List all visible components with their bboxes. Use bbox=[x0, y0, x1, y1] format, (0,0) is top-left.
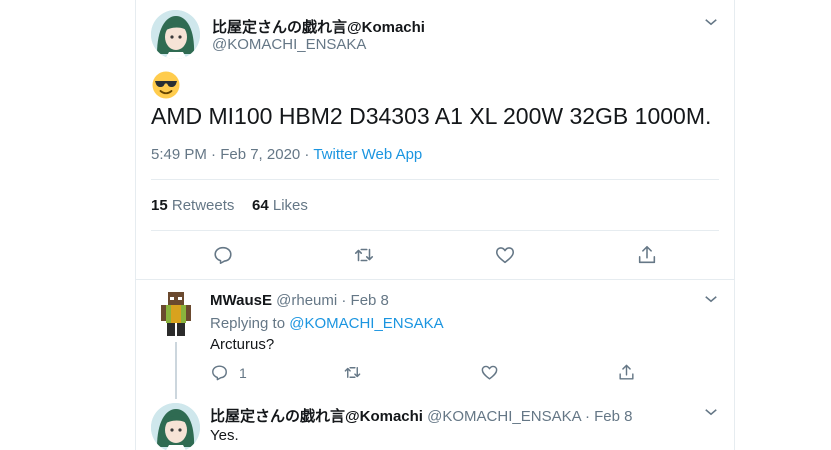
reply-date[interactable]: · Feb 8 bbox=[585, 408, 633, 425]
source-link[interactable]: Twitter Web App bbox=[313, 146, 422, 163]
avatar[interactable] bbox=[151, 403, 200, 450]
share-icon[interactable] bbox=[636, 244, 658, 266]
likes-label: Likes bbox=[272, 197, 308, 214]
likes-stat[interactable]: 64 Likes bbox=[252, 197, 308, 214]
thread-connector-line bbox=[175, 342, 177, 399]
chevron-down-icon[interactable] bbox=[702, 290, 720, 308]
chevron-down-icon[interactable] bbox=[702, 403, 720, 421]
like-heart-icon[interactable] bbox=[480, 363, 499, 382]
share-icon[interactable] bbox=[617, 363, 636, 382]
divider bbox=[136, 279, 734, 280]
tweet-text: AMD MI100 HBM2 D34303 A1 XL 200W 32GB 10… bbox=[151, 103, 712, 129]
tweet-thread: 比屋定さんの戯れ言@Komachi @KOMACHI_ENSAKA AMD MI… bbox=[135, 0, 735, 450]
reply-author-name[interactable]: 比屋定さんの戯れ言@Komachi bbox=[210, 408, 423, 425]
reply-count: 1 bbox=[239, 365, 247, 381]
retweets-stat[interactable]: 15 Retweets bbox=[151, 197, 234, 214]
reply-date[interactable]: · Feb 8 bbox=[341, 292, 389, 309]
author-handle[interactable]: @KOMACHI_ENSAKA bbox=[212, 36, 366, 53]
reply-header: 比屋定さんの戯れ言@Komachi @KOMACHI_ENSAKA · Feb … bbox=[210, 405, 632, 426]
replying-to: Replying to @KOMACHI_ENSAKA bbox=[210, 315, 444, 332]
replying-to-link[interactable]: @KOMACHI_ENSAKA bbox=[289, 315, 443, 332]
sunglasses-emoji bbox=[151, 70, 181, 100]
reply-author-name[interactable]: MWausE bbox=[210, 292, 272, 309]
divider bbox=[151, 230, 719, 231]
avatar[interactable] bbox=[151, 289, 200, 338]
reply-author-handle[interactable]: @rheumi bbox=[276, 292, 337, 309]
author-display-name[interactable]: 比屋定さんの戯れ言@Komachi bbox=[212, 16, 425, 37]
avatar[interactable] bbox=[151, 10, 200, 59]
chevron-down-icon[interactable] bbox=[702, 13, 720, 31]
divider bbox=[151, 179, 719, 180]
retweet-icon[interactable] bbox=[353, 244, 375, 266]
reply-header: MWausE @rheumi · Feb 8 bbox=[210, 292, 389, 309]
like-heart-icon[interactable] bbox=[494, 244, 516, 266]
replying-prefix: Replying to bbox=[210, 315, 290, 332]
retweets-label: Retweets bbox=[171, 197, 235, 214]
timestamp-text[interactable]: 5:49 PM · Feb 7, 2020 · bbox=[151, 146, 313, 163]
tweet-timestamp: 5:49 PM · Feb 7, 2020 · Twitter Web App bbox=[151, 146, 422, 163]
retweets-count: 15 bbox=[151, 197, 168, 214]
retweet-icon[interactable] bbox=[343, 363, 362, 382]
reply-text: Arcturus? bbox=[210, 336, 275, 353]
likes-count: 64 bbox=[252, 197, 269, 214]
reply-text: Yes. bbox=[210, 427, 239, 444]
reply-author-handle[interactable]: @KOMACHI_ENSAKA bbox=[427, 408, 581, 425]
reply-icon[interactable] bbox=[212, 244, 234, 266]
reply-icon[interactable] bbox=[210, 363, 229, 382]
